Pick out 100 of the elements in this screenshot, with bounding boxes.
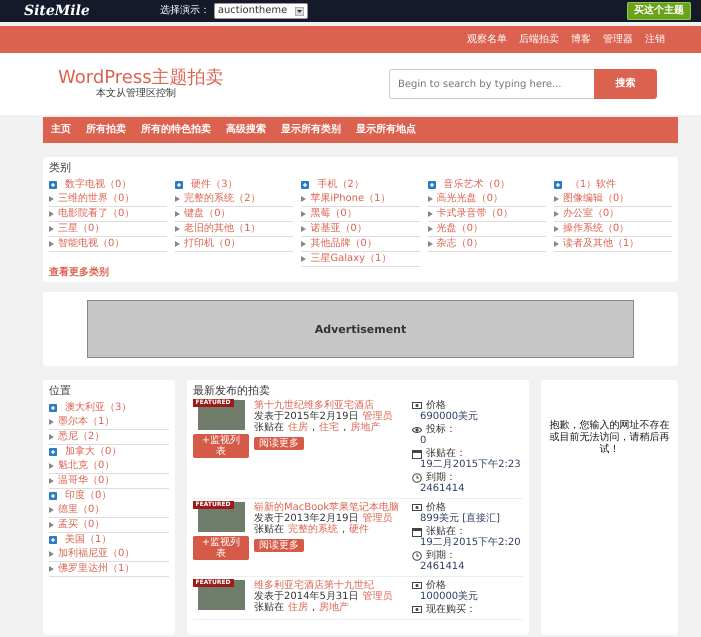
sublocation-link[interactable]: 悉尼（2） xyxy=(58,431,104,444)
subcategory-link[interactable]: 智能电视（0） xyxy=(58,238,124,250)
meta-value: 2461414 xyxy=(419,561,466,572)
subcategory-link[interactable]: 杂志（0） xyxy=(436,238,483,250)
panel-title: 类别 xyxy=(49,161,72,174)
user-link[interactable]: 后端拍卖 xyxy=(519,34,559,46)
subcategory-link[interactable]: 图像编辑（0） xyxy=(562,193,630,206)
subcategory-link[interactable]: 高光光盘（0） xyxy=(436,193,503,206)
user-link[interactable]: 注销 xyxy=(645,34,665,46)
subcategory-link[interactable]: 键盘（0） xyxy=(184,208,231,220)
tag-link[interactable]: 住宅 xyxy=(319,422,340,434)
plus-icon xyxy=(49,181,57,190)
sublocation-link[interactable]: 德里（0） xyxy=(58,504,104,516)
category-link[interactable]: 音乐艺术（0） xyxy=(444,179,510,192)
plus-icon xyxy=(49,448,57,456)
search-field[interactable]: Begin to search by typing here... xyxy=(389,69,594,99)
author-link[interactable]: 管理员 xyxy=(362,513,393,524)
read-more-button[interactable]: 阅读更多 xyxy=(254,539,304,552)
listing-title[interactable]: 第十九世纪维多利亚宅酒店 xyxy=(254,400,406,412)
search-button[interactable]: 搜索 xyxy=(594,69,657,99)
meta-value: 2461414 xyxy=(419,483,466,494)
watchlist-button[interactable]: +监视列表 xyxy=(193,536,249,560)
category-link[interactable]: 数字电视（0） xyxy=(65,179,132,192)
posted-date: 发表于2015年2月19日 xyxy=(254,411,359,422)
nav-link[interactable]: 高级搜索 xyxy=(226,124,266,136)
user-link[interactable]: 观察名单 xyxy=(467,34,507,46)
panel-title: 位置 xyxy=(49,384,72,398)
author-link[interactable]: 管理员 xyxy=(362,411,393,422)
tag-link[interactable]: 房地产 xyxy=(350,422,380,434)
caret-icon xyxy=(294,6,304,16)
location-link[interactable]: 加拿大（0） xyxy=(65,446,122,458)
location-link[interactable]: 美国（1） xyxy=(65,534,112,546)
clock-icon xyxy=(412,472,422,483)
tag-link[interactable]: 住房 xyxy=(288,422,308,434)
nav-link[interactable]: 所有拍卖 xyxy=(86,124,126,136)
location-link[interactable]: 印度（0） xyxy=(65,490,112,502)
subcategory-link[interactable]: 苹果iPhone（1） xyxy=(310,193,391,206)
nav-link[interactable]: 显示所有地点 xyxy=(356,124,416,136)
category-link[interactable]: 手机（2） xyxy=(317,179,364,192)
posted-date: 发表于2014年5月31日 xyxy=(254,591,359,602)
sublocation-link[interactable]: 温哥华（0） xyxy=(58,475,114,488)
notice-text: 抱歉，您输入的网址不存在或目前无法访问，请稍后再试！ xyxy=(548,420,670,458)
subcategory-link[interactable]: 诺基亚（0） xyxy=(310,223,367,236)
subcategory-link[interactable]: 三星Galaxy（1） xyxy=(310,253,392,266)
sublocation-link[interactable]: 魁北克（0） xyxy=(58,460,114,472)
subcategory-link[interactable]: 黑莓（0） xyxy=(310,208,357,220)
triangle-icon xyxy=(175,196,180,202)
triangle-icon xyxy=(49,522,54,528)
subcategory-link[interactable]: 办公室（0） xyxy=(562,208,620,220)
triangle-icon xyxy=(49,478,54,484)
tag-link[interactable]: 完整的系统 xyxy=(288,524,338,536)
sublocation-link[interactable]: 孟买（0） xyxy=(58,519,104,532)
subcategory-link[interactable]: 三星（0） xyxy=(58,223,104,236)
sublocation-link[interactable]: 加利福尼亚（0） xyxy=(58,548,134,560)
tag-link[interactable]: 硬件 xyxy=(349,524,370,536)
subcategory-link[interactable]: 电影院看了（0） xyxy=(58,208,134,220)
more-categories-link[interactable]: 查看更多类别 xyxy=(49,267,109,280)
triangle-icon xyxy=(49,196,54,202)
triangle-icon xyxy=(301,241,306,248)
subcategory-link[interactable]: 光盘（0） xyxy=(436,223,483,236)
nav-link[interactable]: 主页 xyxy=(51,124,71,136)
subcategory-link[interactable]: 操作系统（0） xyxy=(562,223,630,236)
nav-link[interactable]: 所有的特色拍卖 xyxy=(141,124,211,136)
triangle-icon xyxy=(175,226,180,232)
demo-select[interactable]: auctiontheme xyxy=(214,3,308,19)
triangle-icon xyxy=(428,241,433,248)
logo[interactable]: SiteMile xyxy=(24,2,90,20)
sublocation-link[interactable]: 佛罗里达州（1） xyxy=(58,563,134,576)
category-link[interactable]: （1）软件 xyxy=(570,179,616,192)
meta-value: 19二月2015下午2:23 xyxy=(419,459,522,470)
sublocation-link[interactable]: 墨尔本（1） xyxy=(58,416,114,428)
meta-value: 0 xyxy=(419,435,428,446)
subcategory-link[interactable]: 完整的系统（2） xyxy=(184,193,261,206)
subcategory-link[interactable]: 读者及其他（1） xyxy=(562,238,640,250)
subcategory-link[interactable]: 其他品牌（0） xyxy=(310,238,377,250)
site-title[interactable]: WordPress主题拍卖 xyxy=(58,68,224,88)
tag-link[interactable]: 房地产 xyxy=(319,602,350,614)
subcategory-link[interactable]: 打印机（0） xyxy=(184,238,241,250)
separator: , xyxy=(312,602,316,614)
watchlist-button[interactable]: +监视列表 xyxy=(193,434,249,458)
meta-label: 价格 xyxy=(426,502,446,514)
listing-title[interactable]: 维多利亚宅酒店第十九世纪 xyxy=(254,580,406,592)
read-more-button[interactable]: 阅读更多 xyxy=(254,437,304,450)
plus-icon xyxy=(554,181,562,190)
location-link[interactable]: 澳大利亚（3） xyxy=(65,402,132,414)
category-link[interactable]: 硬件（3） xyxy=(191,179,238,192)
subcategory-link[interactable]: 卡式录音带（0） xyxy=(436,208,513,220)
buy-theme-button[interactable]: 买这个主题 xyxy=(627,2,691,20)
tags-label: 张贴在 xyxy=(254,422,284,434)
subcategory-link[interactable]: 三维的世界（0） xyxy=(58,193,134,206)
user-link[interactable]: 博客 xyxy=(571,34,591,46)
subcategory-link[interactable]: 老旧的其他（1） xyxy=(184,223,261,236)
author-link[interactable]: 管理员 xyxy=(362,591,393,602)
listing-title[interactable]: 崭新的MacBook苹果笔记本电脑 xyxy=(254,502,406,514)
user-link[interactable]: 管理器 xyxy=(603,34,633,46)
tag-link[interactable]: 住房 xyxy=(288,602,308,614)
tagline: 本文从管理区控制 xyxy=(96,88,177,100)
nav-link[interactable]: 显示所有类别 xyxy=(281,124,341,136)
separator: , xyxy=(343,422,346,434)
triangle-icon xyxy=(49,551,54,558)
